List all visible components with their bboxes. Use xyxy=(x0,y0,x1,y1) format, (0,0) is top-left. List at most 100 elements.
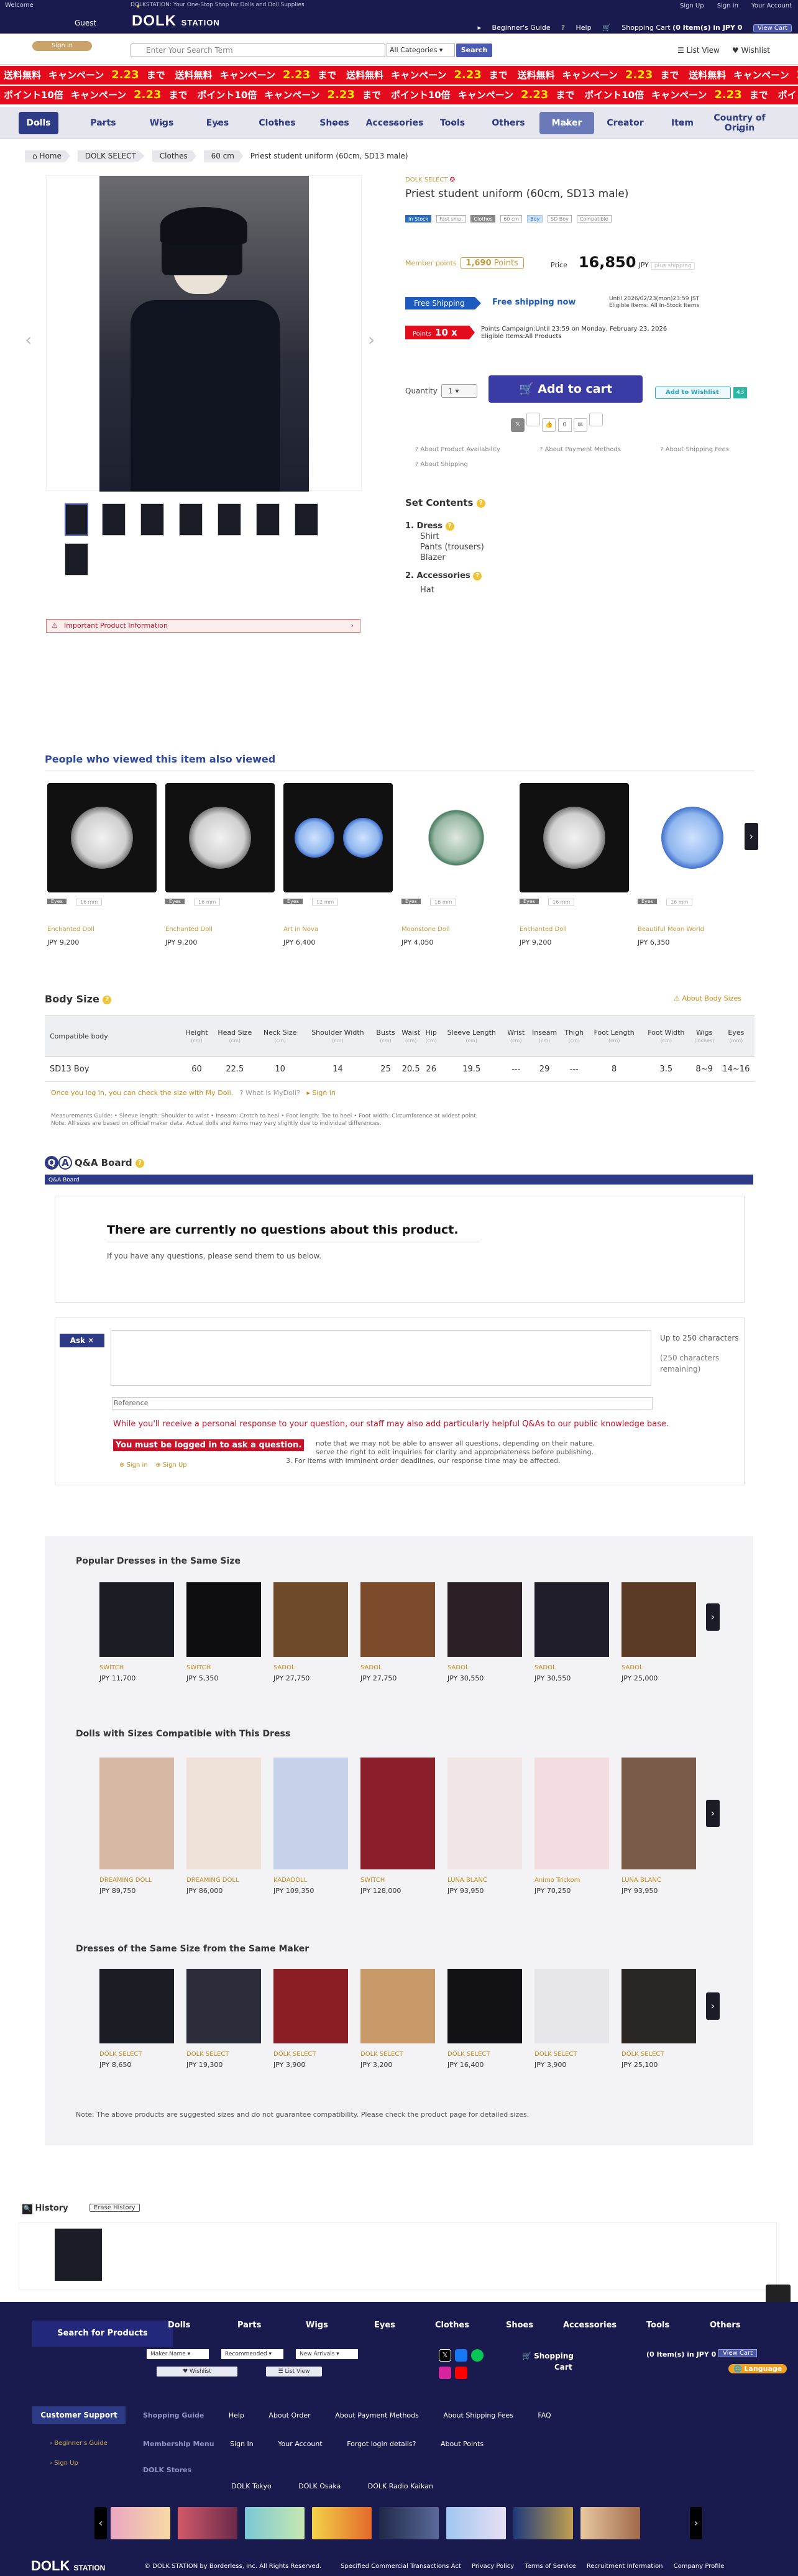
cart-link[interactable]: 🛒 Shopping Cart (0 Item(s) in JPY 0 xyxy=(602,24,742,32)
reference-field[interactable]: Reference xyxy=(112,1397,653,1409)
facebook-icon[interactable] xyxy=(455,2349,467,2362)
like-icon[interactable]: 👍 xyxy=(542,418,556,432)
x-icon[interactable]: 𝕏 xyxy=(439,2349,451,2362)
thumbnail[interactable] xyxy=(256,503,280,536)
also-viewed-card[interactable]: Eyes 16 mm Beautiful Moon World JPY 6,350 xyxy=(635,783,746,957)
banner-thumb[interactable] xyxy=(312,2507,372,2539)
also-viewed-card[interactable]: Eyes 16 mm Moonstone Doll JPY 4,050 xyxy=(399,783,511,957)
signin-button[interactable]: Sign in xyxy=(32,41,92,51)
youtube-icon[interactable] xyxy=(455,2367,467,2379)
nav-wigs[interactable]: Wigs ▾ xyxy=(142,112,181,134)
banner-thumb[interactable] xyxy=(446,2507,506,2539)
footer-view-cart-button[interactable]: View Cart xyxy=(718,2349,758,2357)
suggestion-card[interactable]: SADOL JPY 30,550 xyxy=(534,1582,612,1694)
maker-select[interactable]: Maker Name ▾ xyxy=(147,2349,209,2359)
forgot-login-link[interactable]: Forgot login details? xyxy=(347,2440,416,2448)
about-order-link[interactable]: About Order xyxy=(268,2411,310,2419)
prev-image-arrow[interactable]: ‹ xyxy=(25,329,32,350)
line-icon[interactable] xyxy=(471,2349,484,2362)
add-to-wishlist-button[interactable]: Add to Wishlist xyxy=(655,387,731,399)
banner-thumb[interactable] xyxy=(513,2507,573,2539)
suggestion-card[interactable]: DREAMING DOLL JPY 89,750 xyxy=(99,1758,177,1907)
wishlist-link[interactable]: ♥ Wishlist xyxy=(732,46,770,55)
email-share-icon[interactable]: ✉ xyxy=(573,418,587,432)
also-viewed-card[interactable]: Eyes 16 mm Enchanted Doll JPY 9,200 xyxy=(45,783,157,957)
availability-link[interactable]: ? About Product Availability xyxy=(415,446,519,453)
privacy-link[interactable]: Privacy Policy xyxy=(472,2563,514,2570)
breadcrumb-home[interactable]: ⌂ Home xyxy=(25,150,70,162)
campaign-banner-shipping[interactable]: 送料無料 キャンペーン 2.23 まで 送料無料 キャンペーン 2.23 まで 送料無料 キャ… xyxy=(0,66,798,85)
breadcrumb-size[interactable]: 60 cm xyxy=(203,150,243,162)
recruit-link[interactable]: Recruitment Information xyxy=(587,2563,663,2570)
nav-creator[interactable]: Creator ▾ xyxy=(600,112,650,134)
thumbnail[interactable] xyxy=(218,503,241,536)
suggestion-card[interactable]: DOLK SELECT JPY 3,900 xyxy=(273,1969,351,2081)
suggestion-card[interactable]: SADOL JPY 27,750 xyxy=(360,1582,438,1694)
help-link[interactable]: Help xyxy=(229,2411,244,2419)
shipping-fee-link[interactable]: ? About Shipping Fees xyxy=(660,446,748,453)
carousel-next-button[interactable]: › xyxy=(706,1603,720,1631)
footer-cat-shoes[interactable]: Shoes xyxy=(506,2321,533,2330)
legal-link[interactable]: Specified Commercial Transactions Act xyxy=(341,2563,461,2570)
about-body-sizes-link[interactable]: ⚠ About Body Sizes xyxy=(674,994,741,1002)
footer-cat-accessories[interactable]: Accessories xyxy=(563,2321,617,2330)
company-link[interactable]: Company Profile xyxy=(674,2563,725,2570)
nav-others[interactable]: Others ▾ xyxy=(485,112,532,134)
bookmark-icon[interactable] xyxy=(526,413,541,426)
also-viewed-card[interactable]: Eyes 16 mm Enchanted Doll JPY 9,200 xyxy=(163,783,275,957)
instagram-icon[interactable] xyxy=(439,2367,451,2379)
payment-methods-link[interactable]: About Payment Methods xyxy=(335,2411,419,2419)
banner-thumb[interactable] xyxy=(580,2507,640,2539)
campaign-banner-points[interactable]: ポイント10倍 キャンペーン 2.23 まで ポイント10倍 キャンペーン 2.23 まで … xyxy=(0,86,798,104)
banner-thumb[interactable] xyxy=(178,2507,237,2539)
suggestion-card[interactable]: DOLK SELECT JPY 16,400 xyxy=(447,1969,525,2081)
list-view-link[interactable]: ☰ List View xyxy=(677,46,720,55)
banner-next-button[interactable]: › xyxy=(690,2507,702,2539)
suggestion-card[interactable]: SWITCH JPY 5,350 xyxy=(186,1582,264,1694)
banner-thumb[interactable] xyxy=(379,2507,439,2539)
search-button[interactable]: Search xyxy=(456,44,492,57)
signin-link[interactable]: ⊕ Sign in xyxy=(119,1462,148,1469)
filter-select[interactable]: New Arrivals ▾ xyxy=(296,2349,358,2359)
also-viewed-card[interactable]: Eyes 16 mm Enchanted Doll JPY 9,200 xyxy=(517,783,629,957)
sort-select[interactable]: Recommended ▾ xyxy=(221,2349,283,2359)
add-to-cart-button[interactable]: 🛒 Add to cart xyxy=(488,375,643,403)
suggestion-card[interactable]: DREAMING DOLL JPY 86,000 xyxy=(186,1758,264,1907)
help-link[interactable]: ? Help xyxy=(561,24,591,32)
signin-link[interactable]: Sign in xyxy=(717,2,738,9)
terms-link[interactable]: Terms of Service xyxy=(525,2563,576,2570)
suggestion-card[interactable]: KADADOLL JPY 109,350 xyxy=(273,1758,351,1907)
breadcrumb-clothes[interactable]: Clothes xyxy=(152,150,196,162)
account-link[interactable]: Your Account xyxy=(751,2,792,9)
suggestion-card[interactable]: DOLK SELECT JPY 8,650 xyxy=(99,1969,177,2081)
faq-link[interactable]: FAQ xyxy=(538,2411,551,2419)
thumbnail[interactable] xyxy=(65,543,88,575)
footer-logo[interactable]: DOLK STATION xyxy=(31,2558,105,2574)
footer-cat-wigs[interactable]: Wigs xyxy=(306,2321,328,2330)
banner-thumb[interactable] xyxy=(111,2507,170,2539)
history-item[interactable] xyxy=(55,2229,102,2281)
thumbnail[interactable] xyxy=(179,503,203,536)
erase-history-button[interactable]: Erase History xyxy=(89,2204,140,2212)
signup-link[interactable]: › Sign Up xyxy=(50,2460,78,2467)
suggestion-card[interactable]: DOLK SELECT JPY 3,900 xyxy=(534,1969,612,2081)
language-button[interactable]: 🌐 Language xyxy=(728,2364,787,2373)
thumbnail[interactable] xyxy=(295,503,318,536)
copy-link-icon[interactable] xyxy=(589,413,603,426)
nav-clothes[interactable]: Clothes ▾ xyxy=(254,112,301,134)
beginners-guide-link[interactable]: › Beginner's Guide xyxy=(50,2440,108,2447)
signin-link[interactable]: ▸ Sign in xyxy=(306,1089,336,1097)
account-link[interactable]: Your Account xyxy=(278,2440,322,2448)
suggestion-card[interactable]: LUNA BLANC JPY 93,950 xyxy=(621,1758,699,1907)
main-product-image[interactable] xyxy=(46,175,362,492)
quantity-select[interactable]: 1 ▾ xyxy=(441,384,477,398)
thumbnail[interactable] xyxy=(65,503,88,536)
nav-maker[interactable]: Maker ▾ xyxy=(539,112,594,134)
also-viewed-card[interactable]: Eyes 12 mm Art in Nova JPY 6,400 xyxy=(281,783,393,957)
store-tokyo-link[interactable]: DOLK Tokyo xyxy=(231,2482,272,2490)
category-select[interactable]: All Categories ▾ xyxy=(387,44,455,57)
nav-accessories[interactable]: Accessories ▾ xyxy=(362,112,428,134)
x-share-icon[interactable]: 𝕏 xyxy=(511,418,525,432)
nav-item[interactable]: Item ▾ xyxy=(660,112,705,134)
suggestion-card[interactable]: SADOL JPY 30,550 xyxy=(447,1582,525,1694)
